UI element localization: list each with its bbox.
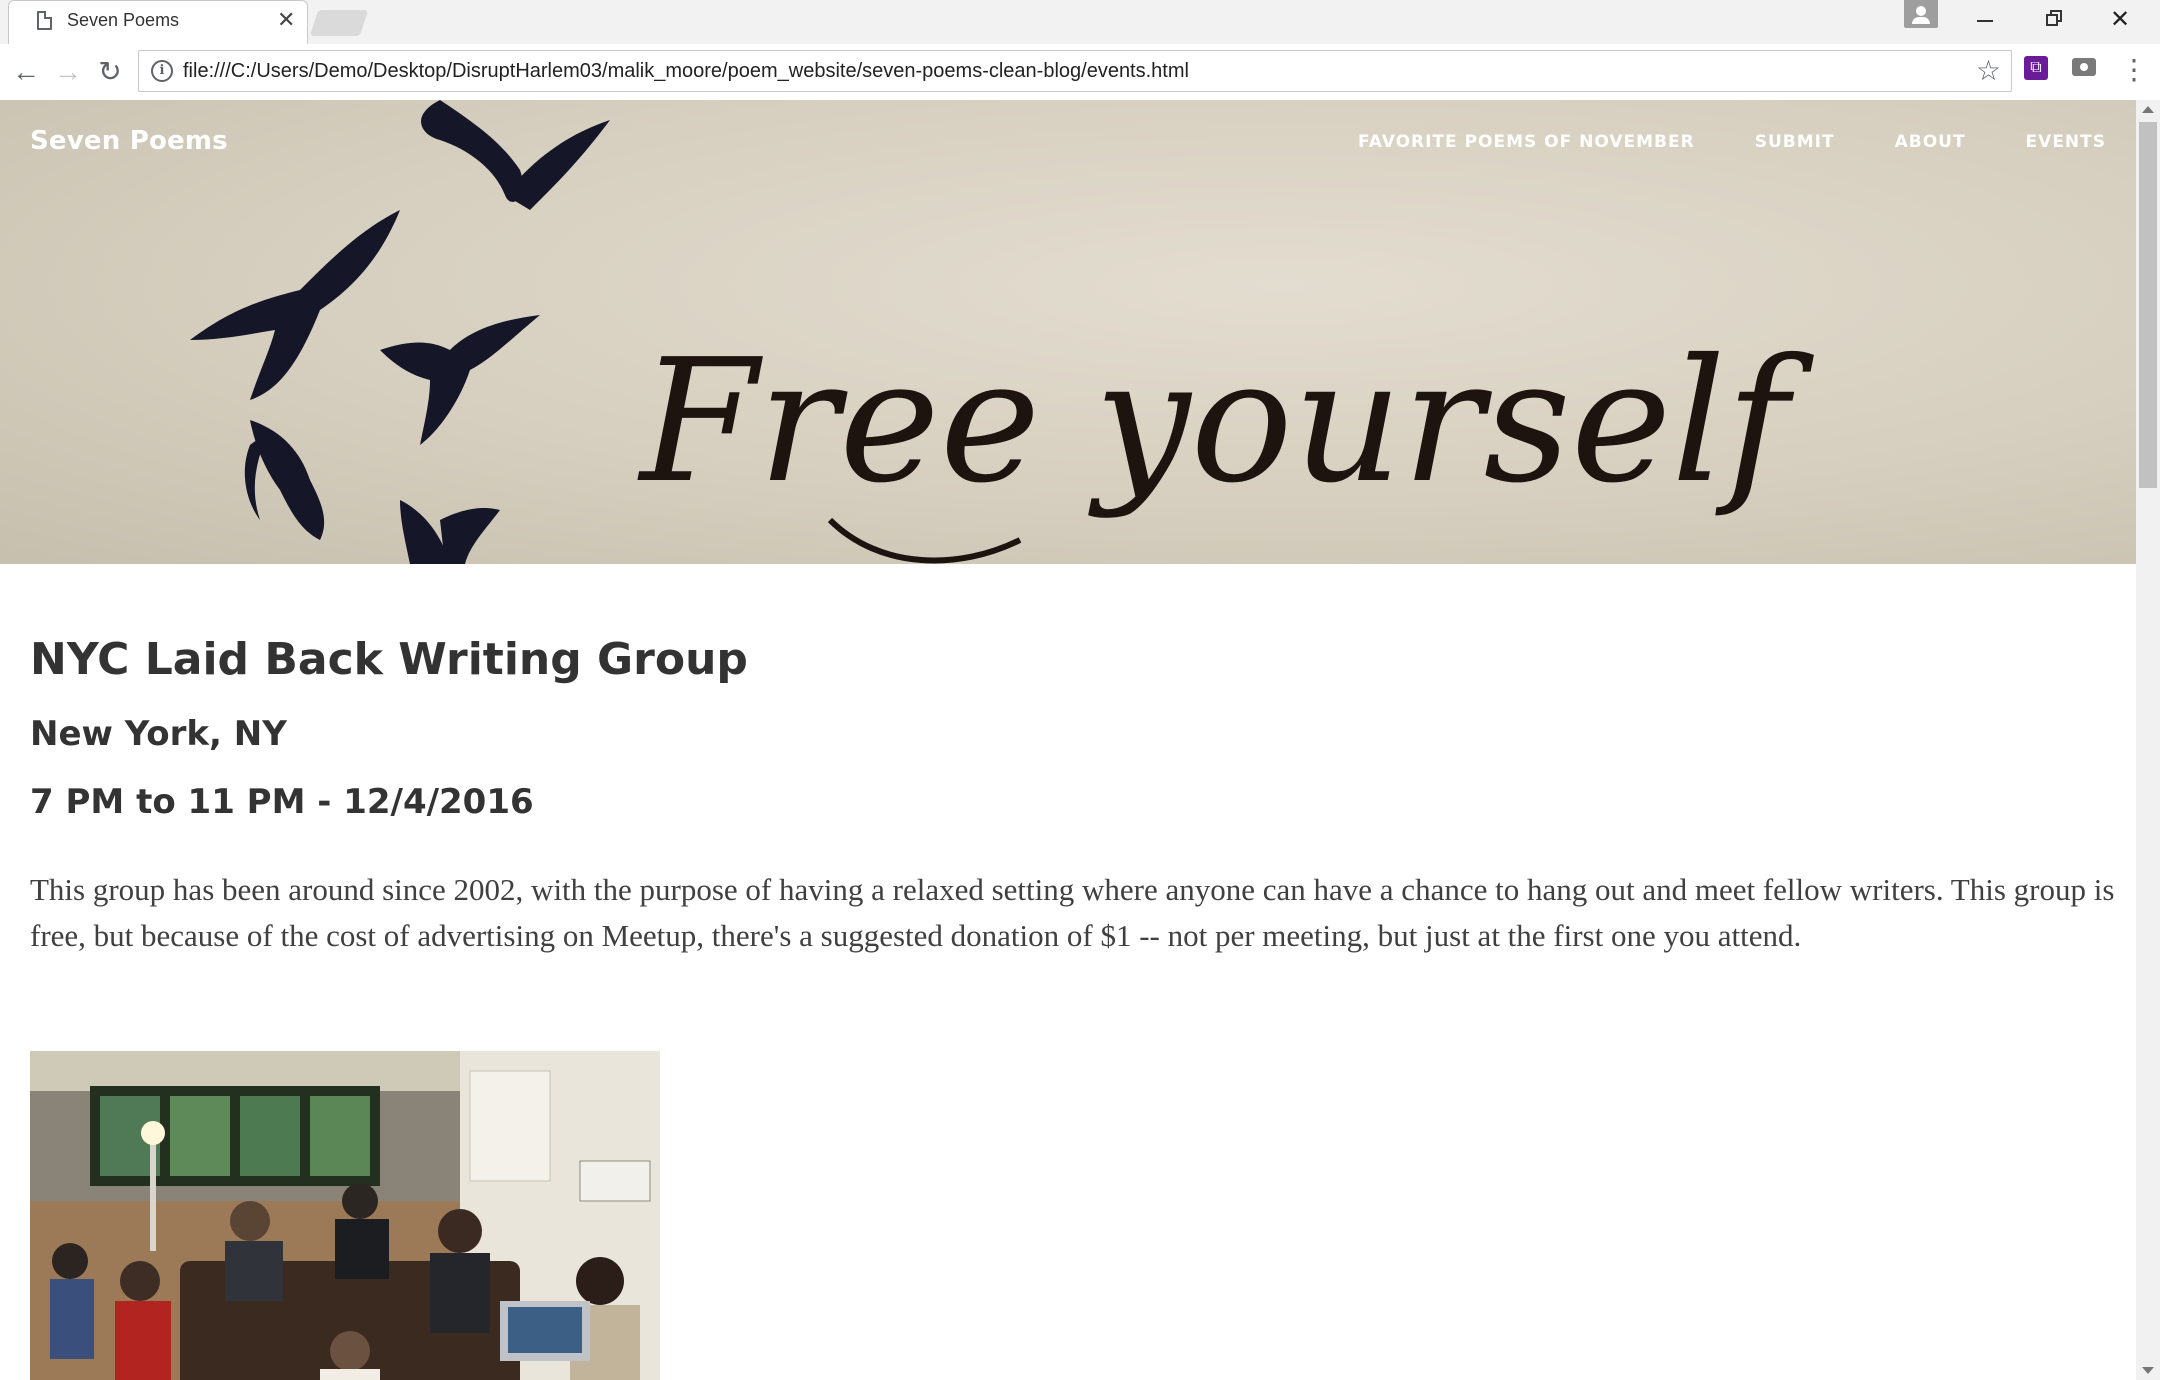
minimize-button[interactable] xyxy=(1950,0,2018,40)
hero-script-text: Free yourself xyxy=(637,323,1815,521)
event-time: 7 PM to 11 PM - 12/4/2016 xyxy=(30,782,534,822)
url-text[interactable]: file:///C:/Users/Demo/Desktop/DisruptHar… xyxy=(183,60,1189,83)
page-viewport: Free yourself Seven Poems Favorite Poems… xyxy=(0,100,2136,1380)
tab-title: Seven Poems xyxy=(67,10,180,30)
tab-strip: Seven Poems ✕ ✕ xyxy=(0,0,2160,45)
hero-illustration: Free yourself xyxy=(190,100,1815,564)
document-icon xyxy=(37,11,52,30)
event-title: NYC Laid Back Writing Group xyxy=(30,634,748,685)
forward-arrow-icon[interactable]: → xyxy=(50,54,86,90)
info-icon[interactable]: i xyxy=(151,60,173,82)
camera-icon[interactable] xyxy=(2072,58,2096,76)
event-description: This group has been around since 2002, w… xyxy=(30,872,2115,953)
star-icon[interactable]: ☆ xyxy=(1976,54,2001,87)
window-close-button[interactable]: ✕ xyxy=(2086,0,2154,40)
group-photo-illustration xyxy=(30,1051,660,1380)
hero-header: Free yourself Seven Poems Favorite Poems… xyxy=(0,100,2136,564)
scroll-up-arrow-icon[interactable] xyxy=(2142,106,2154,113)
browser-tab[interactable]: Seven Poems ✕ xyxy=(8,0,308,45)
event-photo xyxy=(30,1051,660,1380)
extension-icon[interactable]: ⧉ xyxy=(2024,56,2048,80)
event-location: New York, NY xyxy=(30,714,287,754)
new-tab-button[interactable] xyxy=(309,10,369,36)
nav-submit[interactable]: Submit xyxy=(1755,132,1835,152)
browser-toolbar: ← → ↻ i file:///C:/Users/Demo/Desktop/Di… xyxy=(0,44,2160,101)
back-arrow-icon[interactable]: ← xyxy=(8,54,44,90)
nav-favorite-poems[interactable]: Favorite Poems of November xyxy=(1358,132,1695,152)
bird-silhouettes xyxy=(190,100,610,564)
restore-button[interactable] xyxy=(2018,0,2086,40)
kebab-menu-icon[interactable]: ⋮ xyxy=(2120,52,2148,88)
vertical-scrollbar[interactable] xyxy=(2136,100,2160,1380)
scroll-thumb[interactable] xyxy=(2139,122,2157,488)
address-bar[interactable]: i file:///C:/Users/Demo/Desktop/DisruptH… xyxy=(138,50,2012,92)
scroll-down-arrow-icon[interactable] xyxy=(2142,1367,2154,1374)
nav-about[interactable]: About xyxy=(1895,132,1966,152)
site-brand[interactable]: Seven Poems xyxy=(30,126,228,156)
tab-close-icon[interactable]: ✕ xyxy=(277,7,295,33)
nav-events[interactable]: Events xyxy=(2026,132,2106,152)
profile-icon[interactable] xyxy=(1904,0,1938,28)
reload-icon[interactable]: ↻ xyxy=(92,54,128,90)
main-nav: Favorite Poems of November Submit About … xyxy=(1298,132,2106,152)
